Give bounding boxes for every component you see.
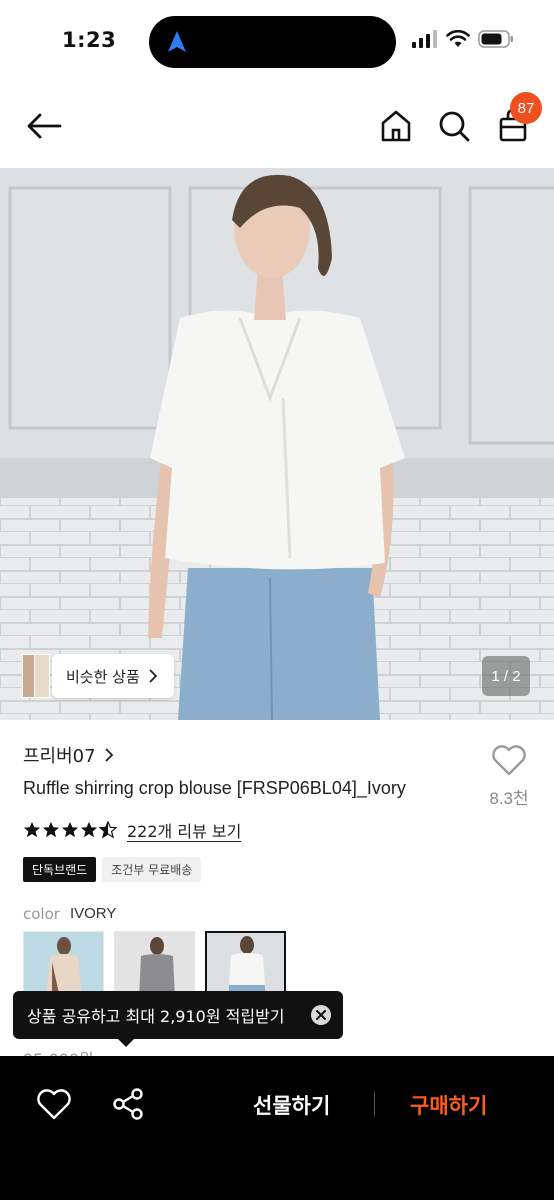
star-icon bbox=[61, 821, 79, 838]
like-button[interactable]: 8.3천 bbox=[484, 744, 534, 809]
star-rating bbox=[23, 821, 117, 839]
dynamic-island bbox=[149, 16, 396, 68]
rating-row: 222개 리뷰 보기 bbox=[23, 818, 241, 842]
review-link[interactable]: 222개 리뷰 보기 bbox=[127, 818, 241, 842]
bottom-action-bar: 선물하기 구매하기 bbox=[0, 1056, 554, 1200]
star-icon bbox=[23, 821, 41, 838]
chevron-right-icon bbox=[149, 669, 158, 683]
search-icon[interactable] bbox=[434, 106, 474, 146]
star-icon bbox=[80, 821, 98, 838]
product-tags: 단독브랜드 조건부 무료배송 bbox=[23, 857, 202, 882]
product-title: Ruffle shirring crop blouse [FRSP06BL04]… bbox=[23, 778, 406, 798]
heart-icon bbox=[492, 745, 526, 776]
status-time: 1:23 bbox=[62, 28, 117, 52]
navigation-arrow-icon bbox=[168, 31, 186, 52]
tooltip-tail bbox=[117, 1038, 135, 1047]
color-swatch[interactable] bbox=[23, 931, 104, 997]
back-arrow-icon[interactable] bbox=[24, 106, 64, 146]
home-icon[interactable] bbox=[376, 106, 416, 146]
divider bbox=[374, 1092, 375, 1116]
half-star-icon bbox=[99, 821, 117, 839]
tooltip-text: 상품 공유하고 최대 2,910원 적립받기 bbox=[27, 1007, 285, 1026]
similar-products-label-wrap[interactable]: 비슷한 상품 bbox=[52, 654, 174, 698]
color-swatch-selected[interactable] bbox=[205, 931, 286, 997]
color-swatch[interactable] bbox=[114, 931, 195, 997]
color-value: IVORY bbox=[69, 905, 117, 922]
like-count: 8.3천 bbox=[489, 789, 529, 808]
color-swatches bbox=[23, 931, 286, 997]
color-row: color IVORY bbox=[23, 905, 116, 923]
free-shipping-tag: 조건부 무료배송 bbox=[102, 857, 202, 882]
image-pager: 1 / 2 bbox=[482, 656, 530, 696]
gift-button[interactable]: 선물하기 bbox=[253, 1090, 330, 1120]
product-image-carousel[interactable]: 비슷한 상품 1 / 2 bbox=[0, 168, 554, 720]
brand-name: 프리버07 bbox=[23, 746, 96, 767]
top-nav: 87 bbox=[0, 84, 554, 168]
share-reward-tooltip: 상품 공유하고 최대 2,910원 적립받기 bbox=[13, 991, 343, 1047]
star-icon bbox=[42, 821, 60, 838]
brand-link[interactable]: 프리버07 bbox=[23, 742, 114, 768]
status-bar: 1:23 bbox=[0, 0, 554, 84]
share-icon[interactable] bbox=[110, 1086, 146, 1122]
chevron-right-icon bbox=[104, 748, 113, 762]
buy-button[interactable]: 구매하기 bbox=[410, 1090, 487, 1120]
cart-count-badge: 87 bbox=[510, 92, 542, 124]
close-icon[interactable] bbox=[311, 1005, 331, 1025]
exclusive-brand-tag: 단독브랜드 bbox=[23, 857, 97, 882]
battery-icon bbox=[478, 30, 513, 48]
similar-products-button[interactable]: 비슷한 상품 bbox=[22, 654, 174, 698]
signal-icon bbox=[412, 30, 437, 48]
similar-products-label: 비슷한 상품 bbox=[66, 667, 140, 686]
wifi-icon bbox=[446, 30, 470, 47]
similar-thumbnails bbox=[22, 654, 56, 698]
color-label: color bbox=[23, 905, 60, 923]
product-photo bbox=[0, 168, 554, 720]
status-icons bbox=[412, 30, 514, 48]
heart-icon[interactable] bbox=[36, 1086, 72, 1122]
